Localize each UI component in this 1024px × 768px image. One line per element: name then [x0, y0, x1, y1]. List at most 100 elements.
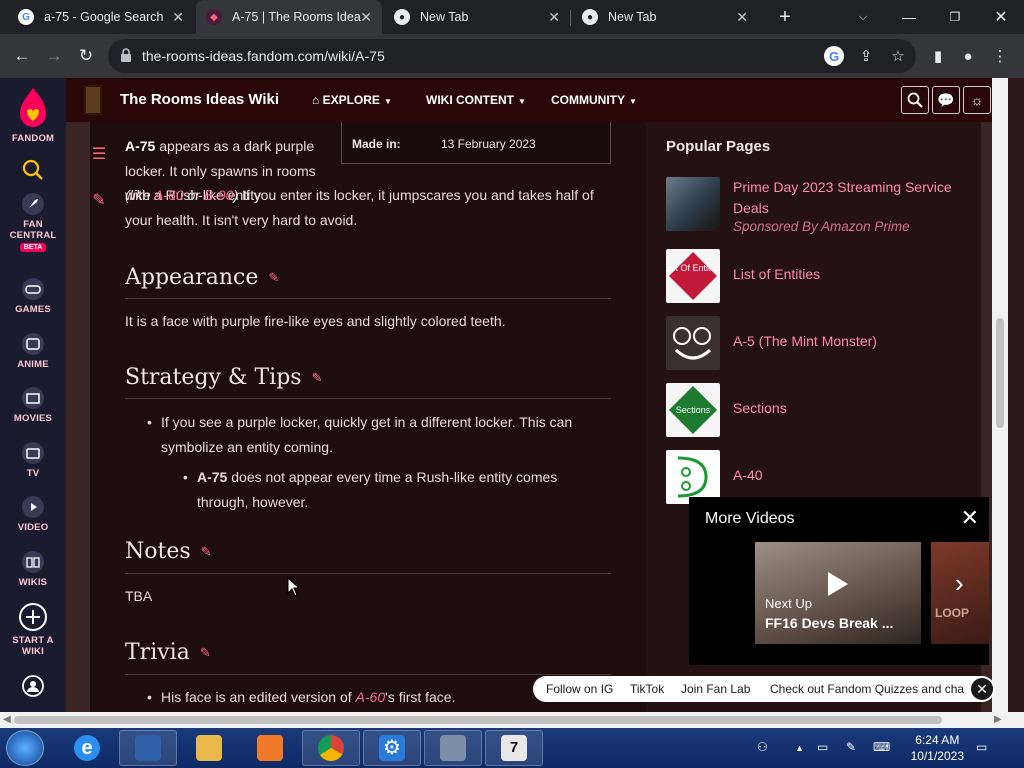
popular-page-item[interactable]: List Of Entities List of Entities [666, 249, 966, 303]
edit-section-icon[interactable]: ✎ [312, 370, 323, 385]
close-tab-icon[interactable]: ✕ [360, 9, 372, 26]
theme-toggle-button[interactable]: ☼ [963, 86, 991, 114]
close-window-button[interactable]: ✕ [978, 0, 1024, 34]
taskbar-7zip[interactable]: 7 [485, 730, 543, 766]
taskbar-media-player[interactable] [241, 730, 299, 766]
pen-icon[interactable]: ✎ [846, 740, 856, 754]
wiki-logo[interactable] [84, 85, 102, 115]
tab-google-search[interactable]: G a-75 - Google Search ✕ [8, 0, 194, 34]
action-center-icon[interactable]: ▭ [976, 740, 987, 754]
promo-join-fan-lab[interactable]: Join Fan Lab [681, 682, 750, 696]
next-up-label: Next Up [765, 596, 812, 611]
system-clock[interactable]: 6:24 AM 10/1/2023 [911, 732, 964, 764]
address-bar[interactable]: the-rooms-ideas.fandom.com/wiki/A-75 G ⇪… [108, 39, 916, 73]
discussions-button[interactable]: 💬 [932, 86, 960, 114]
minimize-button[interactable]: — [886, 0, 932, 34]
horizontal-scrollbar-thumb[interactable] [14, 716, 942, 724]
menu-kebab-icon[interactable]: ⋮ [990, 46, 1010, 66]
popular-page-title[interactable]: A-5 (The Mint Monster) [733, 331, 877, 352]
play-icon[interactable] [828, 572, 848, 596]
network-icon[interactable]: ▭ [817, 740, 828, 754]
plus-circle-icon [19, 603, 47, 631]
nav-community[interactable]: COMMUNITY ▼ [551, 93, 637, 107]
rail-item-anime[interactable]: ANIME [0, 332, 66, 370]
popular-page-item[interactable]: A-5 (The Mint Monster) [666, 316, 966, 370]
rail-item-games[interactable]: GAMES [0, 277, 66, 315]
horizontal-scrollbar[interactable]: ◀ ▶ [0, 712, 1024, 728]
wiki-search-button[interactable] [901, 86, 929, 114]
link-a60[interactable]: A-60 [356, 689, 386, 705]
keyboard-icon[interactable]: ⌨ [873, 740, 890, 754]
tab-new-tab-2[interactable]: ● New Tab ✕ [572, 0, 758, 34]
popular-page-title[interactable]: List of Entities [733, 264, 820, 285]
taskbar-monitor-app[interactable] [424, 730, 482, 766]
rail-item-fan-central[interactable]: FAN CENTRAL BETA [0, 192, 66, 252]
rail-item-start-a-wiki[interactable]: START A WIKI [0, 602, 66, 657]
rail-item-wikis[interactable]: WIKIS [0, 550, 66, 588]
popular-page-item[interactable]: Prime Day 2023 Streaming Service Deals S… [666, 177, 966, 234]
rail-item-tv[interactable]: TV [0, 441, 66, 479]
people-icon[interactable]: ⚇ [757, 740, 768, 754]
tab-a75-wiki[interactable]: ◆ A-75 | The Rooms Idea ✕ [196, 0, 382, 34]
taskbar-virtualbox[interactable] [119, 730, 177, 766]
reload-icon[interactable]: ↻ [72, 42, 100, 70]
side-panel-icon[interactable]: ▮ [928, 46, 948, 66]
next-video-thumbnail[interactable]: › LOOP [931, 542, 989, 644]
close-icon[interactable]: ✕ [961, 505, 979, 531]
fandom-home-link[interactable]: FANDOM [0, 86, 66, 144]
bookmark-star-icon[interactable]: ☆ [888, 46, 908, 66]
chevron-right-icon[interactable]: › [955, 568, 964, 599]
link-b90[interactable]: B-90 [204, 187, 234, 203]
new-tab-button[interactable]: + [762, 0, 808, 34]
tab-search-chevron-icon[interactable]: ⌵ [840, 0, 886, 34]
close-icon[interactable]: ✕ [971, 678, 993, 700]
close-tab-icon[interactable]: ✕ [548, 9, 560, 26]
nav-label: WIKI CONTENT [426, 93, 514, 107]
tab-new-tab[interactable]: ● New Tab ✕ [384, 0, 570, 34]
nav-explore[interactable]: ⌂ EXPLORE ▼ [312, 93, 392, 107]
chrome-icon [318, 735, 344, 761]
edit-section-icon[interactable]: ✎ [201, 544, 212, 559]
taskbar-internet-explorer[interactable]: e [58, 730, 116, 766]
popular-page-item[interactable]: Sections Sections [666, 383, 966, 437]
close-tab-icon[interactable]: ✕ [172, 9, 184, 26]
search-button[interactable] [0, 158, 66, 185]
popular-page-title[interactable]: Prime Day 2023 Streaming Service Deals [733, 177, 973, 219]
popular-page-item[interactable]: A-40 [666, 450, 966, 504]
user-account-button[interactable] [0, 674, 66, 701]
scroll-right-arrow-icon[interactable]: ▶ [994, 714, 1002, 725]
nav-wiki-content[interactable]: WIKI CONTENT ▼ [426, 93, 526, 107]
forward-arrow-icon[interactable]: → [40, 42, 68, 70]
show-hidden-icons-chevron-icon[interactable]: ▲ [795, 743, 804, 753]
profile-icon[interactable]: ● [958, 46, 978, 66]
share-icon[interactable]: ⇪ [856, 46, 876, 66]
back-arrow-icon[interactable]: ← [8, 42, 36, 70]
google-lens-icon[interactable]: G [824, 46, 844, 66]
taskbar-file-explorer[interactable] [180, 730, 238, 766]
popular-page-title[interactable]: A-40 [733, 465, 763, 486]
rail-item-video[interactable]: VIDEO [0, 495, 66, 533]
promo-tiktok[interactable]: TikTok [630, 682, 664, 696]
promo-fandom-quizzes[interactable]: Check out Fandom Quizzes and cha [770, 682, 964, 696]
vertical-scrollbar-thumb[interactable] [996, 318, 1004, 428]
link-a60[interactable]: A-60 [154, 187, 184, 203]
rail-item-movies[interactable]: MOVIES [0, 386, 66, 424]
restore-button[interactable]: ❐ [932, 0, 978, 34]
infobox-key: Made in: [352, 137, 401, 151]
vertical-scrollbar[interactable] [992, 78, 1008, 712]
table-of-contents-icon[interactable]: ☰ [89, 144, 109, 164]
heading-trivia: Trivia ✎ [125, 640, 211, 665]
close-tab-icon[interactable]: ✕ [736, 9, 748, 26]
taskbar-chrome[interactable] [302, 730, 360, 766]
promo-follow-ig[interactable]: Follow on IG [546, 682, 613, 696]
video-thumbnail[interactable]: Next Up FF16 Devs Break ... [755, 542, 921, 644]
popular-page-title[interactable]: Sections [733, 398, 787, 419]
edit-pencil-icon[interactable]: ✎ [89, 190, 109, 210]
scroll-left-arrow-icon[interactable]: ◀ [3, 714, 11, 725]
start-button[interactable] [6, 730, 44, 766]
taskbar-settings[interactable]: ⚙ [363, 730, 421, 766]
edit-section-icon[interactable]: ✎ [268, 270, 279, 285]
wiki-title-link[interactable]: The Rooms Ideas Wiki [120, 91, 279, 108]
edit-section-icon[interactable]: ✎ [200, 645, 211, 660]
rocket-icon [22, 193, 44, 215]
